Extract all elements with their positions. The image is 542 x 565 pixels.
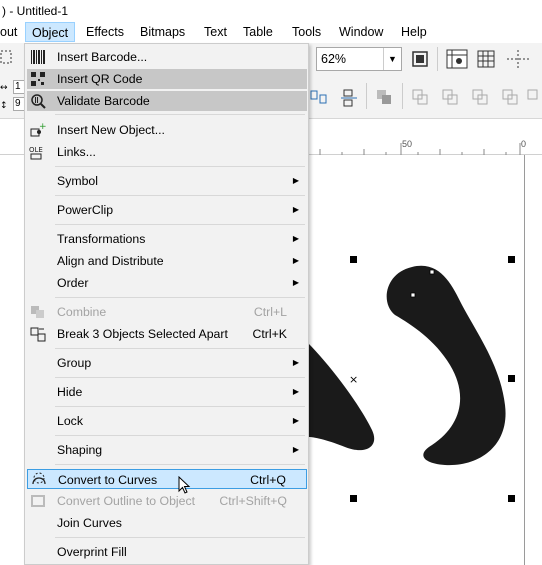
qr-code-icon: [31, 72, 45, 86]
align-icon[interactable]: [309, 87, 329, 107]
submenu-arrow-icon: ▶: [292, 278, 299, 287]
menu-insert-new-object[interactable]: + Insert New Object...: [27, 120, 307, 140]
menu-symbol[interactable]: Symbol ▶: [27, 171, 307, 191]
submenu-arrow-icon: ▶: [292, 387, 299, 396]
menu-links[interactable]: OLE Links...: [27, 142, 307, 162]
object-menu: Insert Barcode... Insert QR Code Validat…: [24, 43, 309, 565]
shaping-icons[interactable]: [410, 87, 540, 107]
menu-order[interactable]: Order ▶: [27, 273, 307, 293]
window-title: ) - Untitled-1: [2, 4, 69, 18]
menu-overprint-fill[interactable]: Overprint Fill: [27, 542, 307, 562]
curve-shape-left: [308, 343, 375, 451]
ole-icon: OLE: [29, 146, 43, 160]
menu-lock[interactable]: Lock ▶: [27, 411, 307, 431]
barcode-icon: [31, 50, 45, 64]
submenu-arrow-icon: ▶: [292, 256, 299, 265]
menu-bitmaps[interactable]: Bitmaps: [134, 22, 191, 42]
menu-bar: out Object Effects Bitmaps Text Table To…: [0, 22, 542, 43]
ruler-label-0: 0: [521, 139, 527, 149]
menu-insert-qr-code[interactable]: Insert QR Code: [27, 69, 307, 89]
zoom-level-select[interactable]: 62% ▼: [316, 47, 402, 71]
grid-icon[interactable]: [475, 48, 497, 70]
submenu-arrow-icon: ▶: [292, 445, 299, 454]
submenu-arrow-icon: ▶: [292, 416, 299, 425]
combine-toolbar-icon[interactable]: [374, 87, 394, 107]
menu-window[interactable]: Window: [333, 22, 389, 42]
menu-layout[interactable]: out: [0, 22, 23, 42]
svg-text:+: +: [39, 122, 47, 132]
zoom-value: 62%: [321, 52, 347, 66]
ruler-label-50: 50: [402, 139, 413, 149]
menu-convert-outline-to-object[interactable]: Convert Outline to Object Ctrl+Shift+Q: [27, 491, 307, 511]
menu-validate-barcode[interactable]: Validate Barcode: [27, 91, 307, 111]
convert-curves-icon: [32, 472, 46, 485]
menu-group[interactable]: Group ▶: [27, 353, 307, 373]
menu-insert-barcode[interactable]: Insert Barcode...: [27, 47, 307, 67]
submenu-arrow-icon: ▶: [292, 205, 299, 214]
guidelines-icon[interactable]: [505, 48, 531, 70]
submenu-arrow-icon: ▶: [292, 358, 299, 367]
validate-barcode-icon: [31, 94, 46, 109]
menu-help[interactable]: Help: [395, 22, 433, 42]
menu-tools[interactable]: Tools: [286, 22, 327, 42]
menu-powerclip[interactable]: PowerClip ▶: [27, 200, 307, 220]
menu-effects[interactable]: Effects: [80, 22, 130, 42]
rulers-icon[interactable]: [445, 48, 469, 70]
menu-break-apart[interactable]: Break 3 Objects Selected Apart Ctrl+K: [27, 324, 307, 344]
center-marker-icon: ×: [349, 373, 358, 386]
distribute-icon[interactable]: [339, 87, 359, 109]
combine-icon: [31, 306, 44, 318]
menu-combine[interactable]: Combine Ctrl+L: [27, 302, 307, 322]
menu-shaping[interactable]: Shaping ▶: [27, 440, 307, 460]
pick-tool-icon[interactable]: [0, 47, 14, 67]
menu-hide[interactable]: Hide ▶: [27, 382, 307, 402]
menu-align-distribute[interactable]: Align and Distribute ▶: [27, 251, 307, 271]
insert-object-icon: +: [30, 122, 47, 137]
menu-text[interactable]: Text: [198, 22, 233, 42]
chevron-down-icon: ▼: [383, 48, 401, 70]
svg-text:OLE: OLE: [29, 146, 43, 154]
mouse-cursor-icon: [178, 476, 191, 494]
outline-to-object-icon: [31, 495, 45, 507]
svg-text:↔: ↔: [0, 83, 8, 93]
menu-object[interactable]: Object: [25, 22, 76, 42]
menu-table[interactable]: Table: [237, 22, 279, 42]
break-apart-icon: [30, 327, 46, 342]
submenu-arrow-icon: ▶: [292, 176, 299, 185]
zoom-to-page-icon[interactable]: [410, 49, 430, 69]
svg-text:↕: ↕: [0, 101, 8, 111]
submenu-arrow-icon: ▶: [292, 234, 299, 243]
curve-shape-right: [386, 265, 506, 466]
menu-join-curves[interactable]: Join Curves: [27, 513, 307, 533]
title-bar: ) - Untitled-1: [0, 0, 542, 22]
menu-transformations[interactable]: Transformations ▶: [27, 229, 307, 249]
menu-convert-to-curves[interactable]: Convert to Curves Ctrl+Q: [27, 469, 307, 489]
